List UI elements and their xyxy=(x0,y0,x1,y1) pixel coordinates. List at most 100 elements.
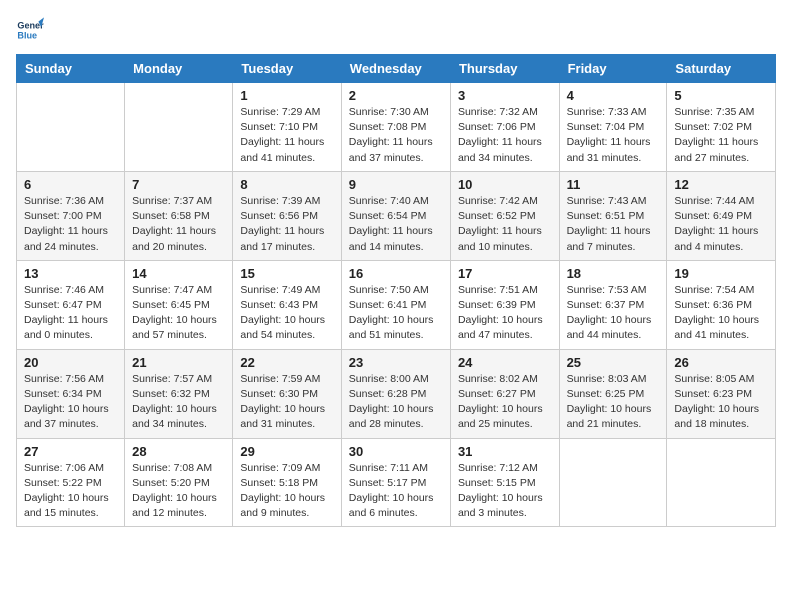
day-header-wednesday: Wednesday xyxy=(341,55,450,83)
day-cell: 15 Sunrise: 7:49 AM Sunset: 6:43 PM Dayli… xyxy=(233,260,341,349)
day-info: Sunrise: 7:57 AM Sunset: 6:32 PM Dayligh… xyxy=(132,372,225,433)
day-info: Sunrise: 7:35 AM Sunset: 7:02 PM Dayligh… xyxy=(674,105,768,166)
day-number: 6 xyxy=(24,177,117,192)
day-info: Sunrise: 7:54 AM Sunset: 6:36 PM Dayligh… xyxy=(674,283,768,344)
day-info: Sunrise: 7:09 AM Sunset: 5:18 PM Dayligh… xyxy=(240,461,333,522)
day-info: Sunrise: 7:43 AM Sunset: 6:51 PM Dayligh… xyxy=(567,194,660,255)
day-number: 21 xyxy=(132,355,225,370)
day-number: 16 xyxy=(349,266,443,281)
day-number: 8 xyxy=(240,177,333,192)
day-number: 24 xyxy=(458,355,552,370)
day-cell: 16 Sunrise: 7:50 AM Sunset: 6:41 PM Dayli… xyxy=(341,260,450,349)
day-cell: 19 Sunrise: 7:54 AM Sunset: 6:36 PM Dayli… xyxy=(667,260,776,349)
day-header-saturday: Saturday xyxy=(667,55,776,83)
day-info: Sunrise: 7:49 AM Sunset: 6:43 PM Dayligh… xyxy=(240,283,333,344)
day-info: Sunrise: 8:02 AM Sunset: 6:27 PM Dayligh… xyxy=(458,372,552,433)
day-number: 17 xyxy=(458,266,552,281)
day-info: Sunrise: 7:06 AM Sunset: 5:22 PM Dayligh… xyxy=(24,461,117,522)
day-cell: 4Sunrise: 7:33 AM Sunset: 7:04 PM Daylig… xyxy=(559,83,667,172)
day-info: Sunrise: 7:32 AM Sunset: 7:06 PM Dayligh… xyxy=(458,105,552,166)
day-number: 4 xyxy=(567,88,660,103)
day-header-friday: Friday xyxy=(559,55,667,83)
week-row-5: 27 Sunrise: 7:06 AM Sunset: 5:22 PM Dayli… xyxy=(17,438,776,527)
day-cell: 7 Sunrise: 7:37 AM Sunset: 6:58 PM Daylig… xyxy=(125,171,233,260)
day-headers-row: SundayMondayTuesdayWednesdayThursdayFrid… xyxy=(17,55,776,83)
day-info: Sunrise: 7:46 AM Sunset: 6:47 PM Dayligh… xyxy=(24,283,117,344)
day-cell: 27 Sunrise: 7:06 AM Sunset: 5:22 PM Dayli… xyxy=(17,438,125,527)
day-info: Sunrise: 7:12 AM Sunset: 5:15 PM Dayligh… xyxy=(458,461,552,522)
day-info: Sunrise: 7:44 AM Sunset: 6:49 PM Dayligh… xyxy=(674,194,768,255)
day-number: 23 xyxy=(349,355,443,370)
day-number: 25 xyxy=(567,355,660,370)
day-cell: 25 Sunrise: 8:03 AM Sunset: 6:25 PM Dayli… xyxy=(559,349,667,438)
day-number: 12 xyxy=(674,177,768,192)
day-cell: 17 Sunrise: 7:51 AM Sunset: 6:39 PM Dayli… xyxy=(450,260,559,349)
day-number: 10 xyxy=(458,177,552,192)
week-row-4: 20 Sunrise: 7:56 AM Sunset: 6:34 PM Dayli… xyxy=(17,349,776,438)
day-cell: 11 Sunrise: 7:43 AM Sunset: 6:51 PM Dayli… xyxy=(559,171,667,260)
day-number: 27 xyxy=(24,444,117,459)
day-info: Sunrise: 7:59 AM Sunset: 6:30 PM Dayligh… xyxy=(240,372,333,433)
logo: General Blue xyxy=(16,16,44,44)
day-cell xyxy=(559,438,667,527)
day-cell: 2 Sunrise: 7:30 AM Sunset: 7:08 PM Daylig… xyxy=(341,83,450,172)
day-cell: 23 Sunrise: 8:00 AM Sunset: 6:28 PM Dayli… xyxy=(341,349,450,438)
day-cell: 5 Sunrise: 7:35 AM Sunset: 7:02 PM Daylig… xyxy=(667,83,776,172)
day-number: 13 xyxy=(24,266,117,281)
day-number: 1 xyxy=(240,88,333,103)
day-cell: 24 Sunrise: 8:02 AM Sunset: 6:27 PM Dayli… xyxy=(450,349,559,438)
day-cell: 31 Sunrise: 7:12 AM Sunset: 5:15 PM Dayli… xyxy=(450,438,559,527)
day-cell: 26 Sunrise: 8:05 AM Sunset: 6:23 PM Dayli… xyxy=(667,349,776,438)
day-cell: 8 Sunrise: 7:39 AM Sunset: 6:56 PM Daylig… xyxy=(233,171,341,260)
day-number: 2 xyxy=(349,88,443,103)
day-header-thursday: Thursday xyxy=(450,55,559,83)
day-info: Sunrise: 7:36 AM Sunset: 7:00 PM Dayligh… xyxy=(24,194,117,255)
day-number: 11 xyxy=(567,177,660,192)
day-header-sunday: Sunday xyxy=(17,55,125,83)
day-number: 14 xyxy=(132,266,225,281)
day-info: Sunrise: 8:00 AM Sunset: 6:28 PM Dayligh… xyxy=(349,372,443,433)
day-info: Sunrise: 7:29 AM Sunset: 7:10 PM Dayligh… xyxy=(240,105,333,166)
day-info: Sunrise: 7:42 AM Sunset: 6:52 PM Dayligh… xyxy=(458,194,552,255)
day-info: Sunrise: 7:30 AM Sunset: 7:08 PM Dayligh… xyxy=(349,105,443,166)
day-number: 26 xyxy=(674,355,768,370)
day-info: Sunrise: 7:50 AM Sunset: 6:41 PM Dayligh… xyxy=(349,283,443,344)
day-cell xyxy=(667,438,776,527)
day-info: Sunrise: 7:47 AM Sunset: 6:45 PM Dayligh… xyxy=(132,283,225,344)
day-cell: 13 Sunrise: 7:46 AM Sunset: 6:47 PM Dayli… xyxy=(17,260,125,349)
day-header-monday: Monday xyxy=(125,55,233,83)
day-number: 5 xyxy=(674,88,768,103)
day-cell: 10 Sunrise: 7:42 AM Sunset: 6:52 PM Dayli… xyxy=(450,171,559,260)
day-info: Sunrise: 7:37 AM Sunset: 6:58 PM Dayligh… xyxy=(132,194,225,255)
day-number: 7 xyxy=(132,177,225,192)
day-cell: 29Sunrise: 7:09 AM Sunset: 5:18 PM Dayli… xyxy=(233,438,341,527)
day-cell: 14 Sunrise: 7:47 AM Sunset: 6:45 PM Dayli… xyxy=(125,260,233,349)
day-cell: 21 Sunrise: 7:57 AM Sunset: 6:32 PM Dayli… xyxy=(125,349,233,438)
day-number: 9 xyxy=(349,177,443,192)
day-info: Sunrise: 7:39 AM Sunset: 6:56 PM Dayligh… xyxy=(240,194,333,255)
week-row-3: 13 Sunrise: 7:46 AM Sunset: 6:47 PM Dayli… xyxy=(17,260,776,349)
day-header-tuesday: Tuesday xyxy=(233,55,341,83)
header: General Blue xyxy=(16,16,776,44)
day-cell: 1 Sunrise: 7:29 AM Sunset: 7:10 PM Daylig… xyxy=(233,83,341,172)
day-cell: 3 Sunrise: 7:32 AM Sunset: 7:06 PM Daylig… xyxy=(450,83,559,172)
day-number: 15 xyxy=(240,266,333,281)
day-info: Sunrise: 7:08 AM Sunset: 5:20 PM Dayligh… xyxy=(132,461,225,522)
svg-text:Blue: Blue xyxy=(17,30,37,40)
day-cell: 6 Sunrise: 7:36 AM Sunset: 7:00 PM Daylig… xyxy=(17,171,125,260)
calendar-body: 1 Sunrise: 7:29 AM Sunset: 7:10 PM Daylig… xyxy=(17,83,776,527)
day-info: Sunrise: 7:11 AM Sunset: 5:17 PM Dayligh… xyxy=(349,461,443,522)
day-number: 28 xyxy=(132,444,225,459)
week-row-2: 6 Sunrise: 7:36 AM Sunset: 7:00 PM Daylig… xyxy=(17,171,776,260)
day-info: Sunrise: 8:05 AM Sunset: 6:23 PM Dayligh… xyxy=(674,372,768,433)
day-cell: 20 Sunrise: 7:56 AM Sunset: 6:34 PM Dayli… xyxy=(17,349,125,438)
day-info: Sunrise: 7:56 AM Sunset: 6:34 PM Dayligh… xyxy=(24,372,117,433)
day-number: 3 xyxy=(458,88,552,103)
day-cell: 28 Sunrise: 7:08 AM Sunset: 5:20 PM Dayli… xyxy=(125,438,233,527)
day-info: Sunrise: 7:51 AM Sunset: 6:39 PM Dayligh… xyxy=(458,283,552,344)
day-number: 20 xyxy=(24,355,117,370)
day-number: 31 xyxy=(458,444,552,459)
day-info: Sunrise: 7:40 AM Sunset: 6:54 PM Dayligh… xyxy=(349,194,443,255)
day-info: Sunrise: 8:03 AM Sunset: 6:25 PM Dayligh… xyxy=(567,372,660,433)
day-number: 19 xyxy=(674,266,768,281)
